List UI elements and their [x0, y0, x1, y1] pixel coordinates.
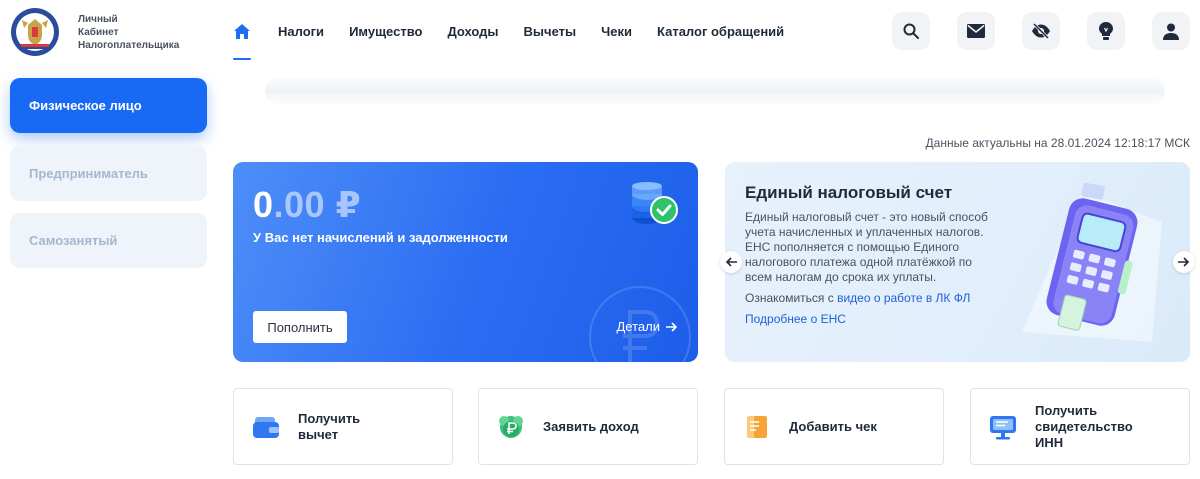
logo-line-1: Личный — [78, 13, 118, 25]
ens-next-button[interactable] — [1173, 251, 1195, 273]
balance-amount-decimals: .00 — [273, 184, 326, 225]
fns-emblem-icon — [11, 8, 59, 56]
sidebar-item-entrepreneur[interactable]: Предприниматель — [10, 146, 207, 201]
arrow-right-icon — [666, 321, 678, 332]
search-icon — [903, 23, 919, 39]
profile-button[interactable] — [1152, 12, 1190, 50]
nav-deductions[interactable]: Вычеты — [524, 24, 577, 39]
sidebar-item-individual[interactable]: Физическое лицо — [10, 78, 207, 133]
sidebar-item-self-employed[interactable]: Самозанятый — [10, 213, 207, 268]
data-updated-timestamp: Данные актуальны на 28.01.2024 12:18:17 … — [925, 136, 1190, 150]
top-navigation: Налоги Имущество Доходы Вычеты Чеки Ката… — [233, 0, 809, 62]
balance-amount-int: 0 — [253, 184, 274, 225]
ens-info-card: Единый налоговый счет Единый налоговый с… — [725, 162, 1190, 362]
details-label: Детали — [616, 319, 661, 334]
monitor-icon — [983, 407, 1023, 447]
eye-off-icon — [1032, 23, 1050, 39]
tile-add-receipt-label: Добавить чек — [789, 418, 877, 434]
ens-video-line: Ознакомиться с видео о работе в ЛК ФЛ — [745, 291, 970, 305]
tile-get-inn-certificate[interactable]: Получить свидетельство ИНН — [970, 388, 1190, 465]
header-actions — [892, 12, 1190, 50]
tile-get-inn-certificate-label: Получить свидетельство ИНН — [1035, 402, 1133, 450]
wallet-icon — [246, 407, 286, 447]
mail-icon — [967, 24, 985, 38]
lightbulb-icon — [1099, 22, 1113, 40]
user-icon — [1163, 23, 1179, 40]
nav-home[interactable] — [233, 0, 251, 62]
arrow-right-icon — [1178, 257, 1190, 267]
details-link[interactable]: Детали — [617, 319, 679, 334]
coins-check-icon — [632, 182, 678, 224]
ens-prev-button[interactable] — [720, 251, 742, 273]
currency-symbol: ₽ — [335, 184, 362, 225]
ens-description: Единый налоговый счет - это новый способ… — [745, 210, 988, 284]
arrow-left-icon — [725, 257, 737, 267]
messages-button[interactable] — [957, 12, 995, 50]
balance-status: У Вас нет начислений и задолженности — [253, 230, 508, 245]
nav-receipts[interactable]: Чеки — [601, 24, 632, 39]
balance-card: 0.00 ₽ У Вас нет начислений и задолженно… — [233, 162, 698, 362]
tips-button[interactable] — [1087, 12, 1125, 50]
logo-line-3: Налогоплательщика — [78, 39, 180, 51]
ruble-flower-icon — [491, 407, 531, 447]
tile-get-deduction-label: Получить вычет — [298, 410, 361, 442]
tile-declare-income[interactable]: Заявить доход — [478, 388, 698, 465]
search-button[interactable] — [892, 12, 930, 50]
ens-video-link[interactable]: видео о работе в ЛК ФЛ — [837, 291, 970, 305]
receipt-icon — [737, 407, 777, 447]
tile-add-receipt[interactable]: Добавить чек — [724, 388, 944, 465]
logo[interactable]: Личный Кабинет Налогоплательщика — [10, 7, 179, 57]
ens-video-prefix: Ознакомиться с — [745, 291, 838, 305]
payment-terminal-icon — [1022, 182, 1162, 342]
nav-income[interactable]: Доходы — [447, 24, 498, 39]
tile-get-deduction[interactable]: Получить вычет — [233, 388, 453, 465]
nav-taxes[interactable]: Налоги — [278, 24, 324, 39]
ens-more-link[interactable]: Подробнее о ЕНС — [745, 312, 846, 326]
nav-property[interactable]: Имущество — [349, 24, 422, 39]
hide-amounts-button[interactable] — [1022, 12, 1060, 50]
decorative-shadow — [265, 78, 1165, 104]
top-up-button[interactable]: Пополнить — [253, 311, 347, 343]
logo-line-2: Кабинет — [78, 26, 119, 38]
ens-title: Единый налоговый счет — [745, 183, 953, 202]
home-icon — [234, 23, 250, 39]
tile-declare-income-label: Заявить доход — [543, 418, 639, 434]
nav-requests-catalog[interactable]: Каталог обращений — [657, 24, 784, 39]
balance-amount: 0.00 ₽ — [253, 184, 361, 226]
